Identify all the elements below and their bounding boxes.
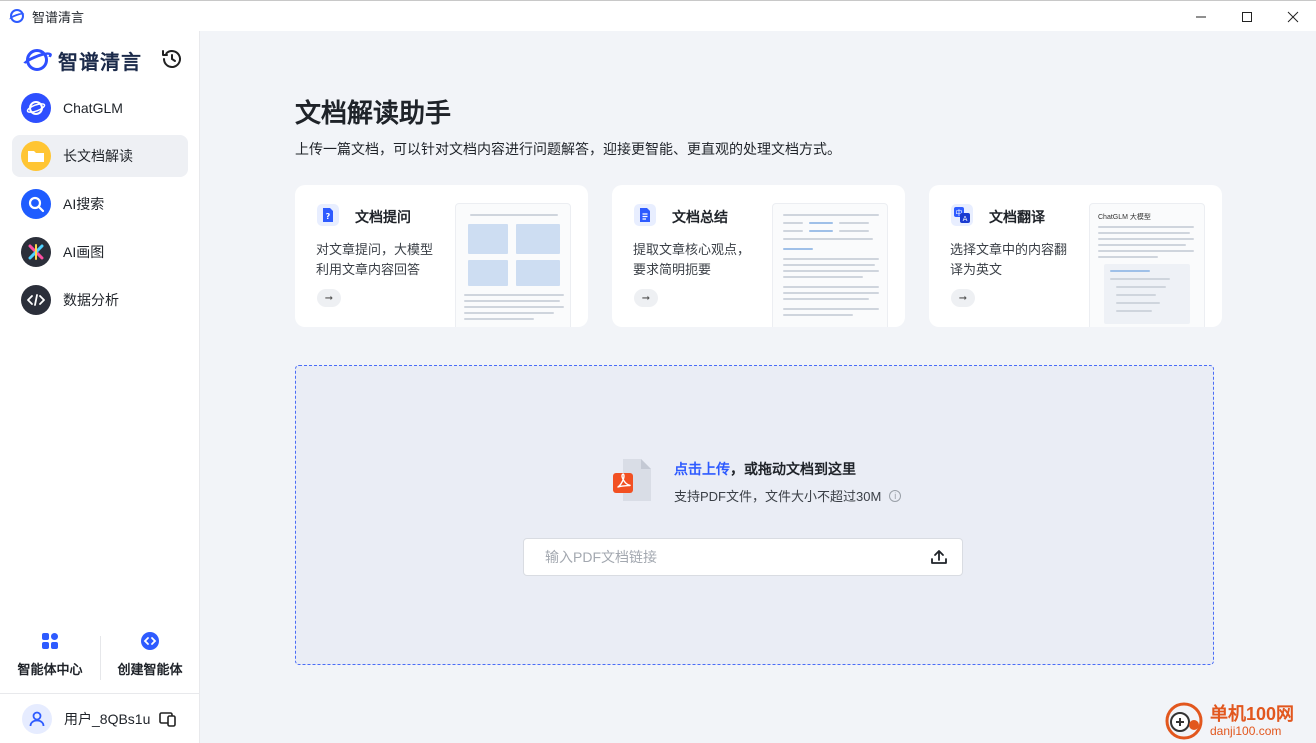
minimize-button[interactable] [1178,1,1224,32]
window-controls [1178,1,1316,32]
sidebar-item-label: 数据分析 [63,292,119,308]
svg-text:A: A [963,215,968,223]
card-document-translate[interactable]: 中A 文档翻译 选择文章中的内容翻译为英文 ➞ ChatGLM 大模型 [929,185,1222,327]
chatglm-icon [21,93,51,123]
close-icon [1287,11,1299,22]
upload-dropzone[interactable]: 点击上传，或拖动文档到这里 支持PDF文件，文件大小不超过30M i [295,365,1214,665]
sidebar: 智谱清言 ChatGLM 长文档解读 AI搜索 AI画图 数据分析 智能体中心 … [0,31,200,743]
user-icon [29,711,45,726]
agent-center-icon [42,633,58,649]
info-icon[interactable]: i [889,489,902,502]
user-name: 用户_8QBs1u [64,710,151,727]
site-watermark: 单机100网 danji100.com [1164,700,1314,742]
close-button[interactable] [1270,1,1316,32]
page-title: 文档解读助手 [295,98,452,128]
thumb-title: ChatGLM 大模型 [1098,214,1151,221]
agent-center-label: 智能体中心 [17,662,83,677]
card-document-summary[interactable]: 文档总结 提取文章核心观点，要求简明扼要 ➞ [612,185,905,327]
sidebar-item-label: AI搜索 [63,196,105,212]
document-preview-thumbnail [455,203,571,327]
divider [100,636,101,680]
sidebar-nav: ChatGLM 长文档解读 AI搜索 AI画图 数据分析 [12,87,188,327]
arrow-right-icon[interactable]: ➞ [951,289,975,307]
card-title: 文档翻译 [989,209,1045,225]
avatar[interactable] [22,703,52,734]
history-button[interactable] [160,47,184,71]
agent-center-button[interactable]: 智能体中心 [0,621,100,681]
app-logo-icon [10,9,24,23]
window-title: 智谱清言 [32,9,85,25]
summary-doc-icon [634,204,656,226]
sidebar-item-label: 长文档解读 [63,148,133,164]
paint-icon [21,237,51,267]
drag-prompt-text: ，或拖动文档到这里 [730,461,856,477]
watermark-url: danji100.com [1210,724,1282,738]
document-preview-thumbnail: ChatGLM 大模型 [1089,203,1205,327]
main-content: 文档解读助手 上传一篇文档，可以针对文档内容进行问题解答，迎接更智能、更直观的处… [201,31,1316,743]
upload-hint: 支持PDF文件，文件大小不超过30M i [674,486,902,505]
create-agent-button[interactable]: 创建智能体 [100,621,200,681]
document-preview-thumbnail [772,203,888,327]
sidebar-item-chatglm[interactable]: ChatGLM [12,87,188,129]
code-icon [21,285,51,315]
document-folder-icon [21,141,51,171]
svg-text:?: ? [326,212,331,221]
title-bar: 智谱清言 [0,0,1316,31]
feature-cards: ? 文档提问 对文章提问，大模型利用文章内容回答 ➞ 文档总结 提取文章核心观点… [295,185,1222,327]
sidebar-item-label: ChatGLM [63,100,123,116]
page-subtitle: 上传一篇文档，可以针对文档内容进行问题解答，迎接更智能、更直观的处理文档方式。 [295,141,841,157]
pdf-file-icon [613,459,651,501]
sidebar-item-label: AI画图 [63,244,105,260]
sidebar-item-long-document[interactable]: 长文档解读 [12,135,188,177]
translate-icon: 中A [951,204,973,226]
pdf-url-field [523,538,963,576]
card-title: 文档提问 [355,209,411,225]
card-description: 选择文章中的内容翻译为英文 [950,242,1068,277]
device-switch-icon[interactable] [158,709,178,729]
arrow-right-icon[interactable]: ➞ [317,289,341,307]
sidebar-item-ai-paint[interactable]: AI画图 [12,231,188,273]
create-agent-label: 创建智能体 [117,662,183,677]
card-title: 文档总结 [672,209,728,225]
maximize-button[interactable] [1224,1,1270,32]
create-agent-icon [141,632,159,650]
search-icon [21,189,51,219]
upload-prompt: 点击上传，或拖动文档到这里 [674,459,856,479]
card-description: 对文章提问，大模型利用文章内容回答 [316,242,434,277]
maximize-icon [1242,11,1252,22]
history-icon [162,50,181,68]
card-document-question[interactable]: ? 文档提问 对文章提问，大模型利用文章内容回答 ➞ [295,185,588,327]
watermark-title: 单机100网 [1210,704,1295,724]
sidebar-tools: 智能体中心 创建智能体 [0,621,200,681]
watermark-logo-icon [1165,702,1203,740]
upload-icon[interactable] [930,548,948,566]
pdf-url-input[interactable] [524,539,924,575]
user-profile[interactable]: 用户_8QBs1u [0,693,200,743]
arrow-right-icon[interactable]: ➞ [634,289,658,307]
upload-hint-text: 支持PDF文件，文件大小不超过30M [674,489,882,504]
card-description: 提取文章核心观点，要求简明扼要 [633,242,751,277]
minimize-icon [1196,16,1206,17]
click-upload-link[interactable]: 点击上传 [674,461,730,477]
sidebar-item-data-analysis[interactable]: 数据分析 [12,279,188,321]
zhipu-logo-icon [20,48,54,72]
sidebar-item-ai-search[interactable]: AI搜索 [12,183,188,225]
question-doc-icon: ? [317,204,339,226]
brand-name: 智谱清言 [58,51,142,74]
